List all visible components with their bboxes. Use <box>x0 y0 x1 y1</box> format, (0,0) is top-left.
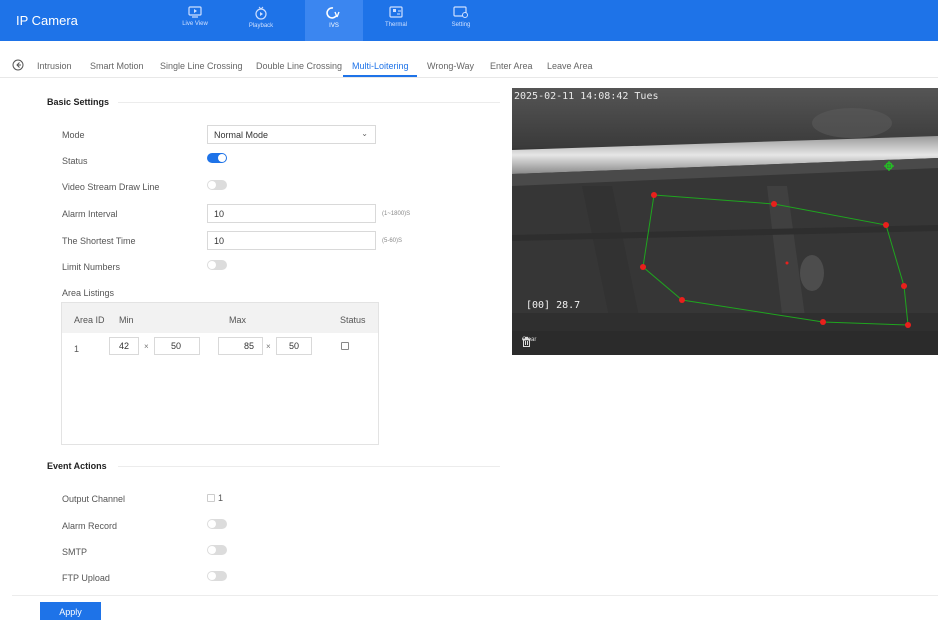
region-marker <box>785 261 789 265</box>
shortest-time-input[interactable] <box>207 231 376 250</box>
col-status: Status <box>340 315 366 325</box>
thermal-icon <box>389 6 403 18</box>
top-nav-bar: IP Camera Live View Playback IVS Thermal… <box>0 0 938 41</box>
footer-divider <box>12 595 938 596</box>
min-height-input[interactable]: 50 <box>154 337 200 355</box>
tab-smart-motion[interactable]: Smart Motion <box>90 61 144 71</box>
ivs-icon <box>326 7 340 19</box>
osd-temperature: [00] 28.7 <box>526 300 581 311</box>
tab-enter-area[interactable]: Enter Area <box>490 61 533 71</box>
smtp-label: SMTP <box>62 547 88 557</box>
region-vertex-handle[interactable] <box>651 192 657 198</box>
min-width-input[interactable]: 42 <box>109 337 139 355</box>
area-status-checkbox[interactable] <box>341 342 349 350</box>
nav-playback[interactable]: Playback <box>232 0 290 41</box>
alarm-interval-input[interactable] <box>207 204 376 223</box>
draw-line-label: Video Stream Draw Line <box>62 182 160 192</box>
nav-label: Thermal <box>384 22 407 28</box>
tab-double-line-crossing[interactable]: Double Line Crossing <box>256 61 342 71</box>
ftp-upload-toggle[interactable] <box>207 571 227 581</box>
output-channel-value: 1 <box>218 493 224 503</box>
region-vertex-handle[interactable] <box>905 322 911 328</box>
status-label: Status <box>62 156 88 166</box>
alarm-interval-hint: (1~1800)S <box>382 211 411 217</box>
mode-select[interactable]: Normal Mode ⌄ <box>207 125 376 144</box>
region-vertex-handle[interactable] <box>820 319 826 325</box>
alarm-interval-label: Alarm Interval <box>62 209 118 219</box>
nav-thermal[interactable]: Thermal <box>367 0 425 41</box>
status-toggle[interactable] <box>207 153 227 163</box>
mode-label: Mode <box>62 130 85 140</box>
loitering-region[interactable] <box>512 88 938 331</box>
limit-numbers-label: Limit Numbers <box>62 262 121 272</box>
playback-icon <box>255 6 267 20</box>
alarm-record-toggle[interactable] <box>207 519 227 529</box>
setting-icon <box>453 6 468 18</box>
max-height-input[interactable]: 50 <box>276 337 312 355</box>
nav-ivs[interactable]: IVS <box>305 0 363 41</box>
nav-setting[interactable]: Setting <box>432 0 490 41</box>
output-channel-label: Output Channel <box>62 494 126 504</box>
nav-label: IVS <box>329 23 339 29</box>
tab-single-line-crossing[interactable]: Single Line Crossing <box>160 61 243 71</box>
area-listings-label: Area Listings <box>62 288 115 298</box>
basic-settings-title: Basic Settings <box>47 97 110 107</box>
video-preview[interactable]: 2025-02-11 14:08:42 Tues [00] 28.7 Clear <box>512 88 938 355</box>
trash-icon <box>522 337 531 347</box>
clear-button[interactable]: Clear <box>522 337 536 347</box>
region-vertex-handle[interactable] <box>901 283 907 289</box>
ftp-upload-label: FTP Upload <box>62 573 110 583</box>
ivs-tab-bar: Intrusion Smart Motion Single Line Cross… <box>0 56 938 78</box>
preview-toolbar: Clear <box>512 331 938 355</box>
draw-line-toggle[interactable] <box>207 180 227 190</box>
live-view-icon <box>188 6 202 18</box>
alarm-record-label: Alarm Record <box>62 521 118 531</box>
nav-label: Live View <box>182 21 208 27</box>
app-title: IP Camera <box>16 13 78 28</box>
table-header: Area ID Min Max Status <box>62 303 378 333</box>
limit-numbers-toggle[interactable] <box>207 260 227 270</box>
chevron-down-icon: ⌄ <box>361 129 368 138</box>
region-vertex-handle[interactable] <box>883 222 889 228</box>
event-actions-title: Event Actions <box>47 461 107 471</box>
crosshair-icon <box>884 161 894 171</box>
tab-intrusion[interactable]: Intrusion <box>37 61 72 71</box>
col-area-id: Area ID <box>74 315 105 325</box>
apply-button[interactable]: Apply <box>40 602 101 620</box>
multiply-sign: × <box>144 342 149 351</box>
region-vertex-handle[interactable] <box>771 201 777 207</box>
back-arrow-icon[interactable] <box>12 59 24 71</box>
section-divider <box>118 466 500 467</box>
col-max: Max <box>229 315 247 325</box>
row-area-id: 1 <box>74 344 80 354</box>
output-channel-checkbox[interactable] <box>207 494 215 502</box>
max-width-input[interactable]: 85 <box>218 337 263 355</box>
nav-live-view[interactable]: Live View <box>166 0 224 41</box>
col-min: Min <box>119 315 134 325</box>
shortest-time-label: The Shortest Time <box>62 236 136 246</box>
area-listings-table: Area ID Min Max Status 1 42 × 50 85 × 50 <box>61 302 379 445</box>
shortest-time-hint: (5-60)S <box>382 238 403 244</box>
region-vertex-handle[interactable] <box>679 297 685 303</box>
osd-timestamp: 2025-02-11 14:08:42 Tues <box>514 91 659 102</box>
multiply-sign: × <box>266 342 271 351</box>
region-vertex-handle[interactable] <box>640 264 646 270</box>
section-divider <box>118 102 500 103</box>
region-outline <box>642 194 909 326</box>
nav-label: Setting <box>451 22 471 28</box>
tab-leave-area[interactable]: Leave Area <box>547 61 593 71</box>
active-tab-indicator <box>343 75 417 77</box>
mode-value: Normal Mode <box>214 130 269 140</box>
smtp-toggle[interactable] <box>207 545 227 555</box>
nav-label: Playback <box>248 23 274 29</box>
tab-wrong-way[interactable]: Wrong-Way <box>427 61 474 71</box>
tab-multi-loitering[interactable]: Multi-Loitering <box>352 61 409 71</box>
